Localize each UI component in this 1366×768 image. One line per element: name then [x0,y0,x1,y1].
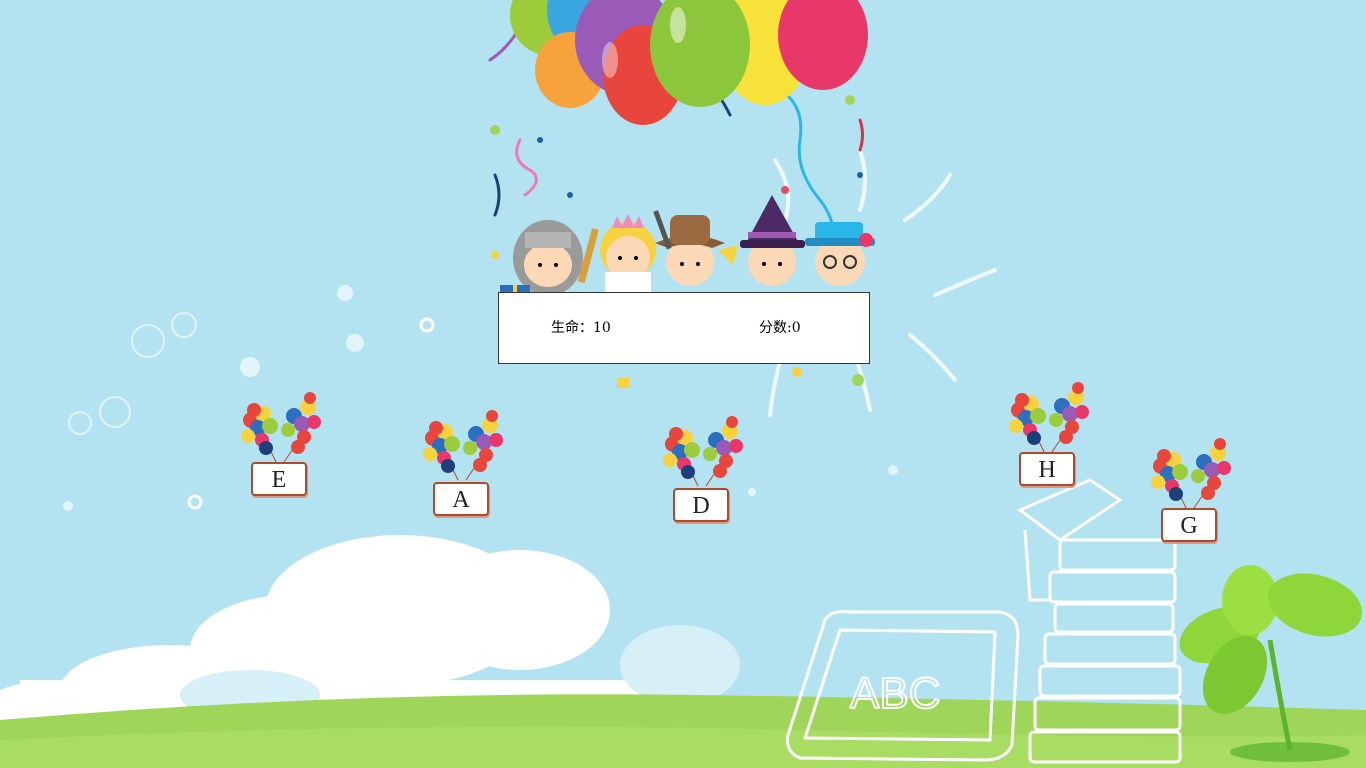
letter-card: D [673,488,729,522]
score-counter: 分数:0 [759,320,801,336]
balloon-target-a[interactable]: A [418,410,508,520]
letter-card: H [1019,452,1075,486]
balloon-target-d[interactable]: D [658,416,748,526]
letter-card: G [1161,508,1217,542]
score-panel: 生命：10 分数:0 [498,292,870,364]
balloon-bunch-icon [241,392,321,463]
lives-counter: 生命：10 [551,320,611,336]
balloon-target-g[interactable]: G [1146,438,1236,548]
balloon-target-h[interactable]: H [1004,382,1094,492]
title-decoration [488,0,875,388]
balloon-bunch-icon [1151,438,1231,509]
balloon-target-e[interactable]: E [236,392,326,502]
balloon-bunch-icon [1009,382,1089,453]
letter-card: E [251,462,307,496]
balloon-bunch-icon [423,410,503,481]
letter-card: A [433,482,489,516]
balloon-bunch-icon [663,416,743,487]
